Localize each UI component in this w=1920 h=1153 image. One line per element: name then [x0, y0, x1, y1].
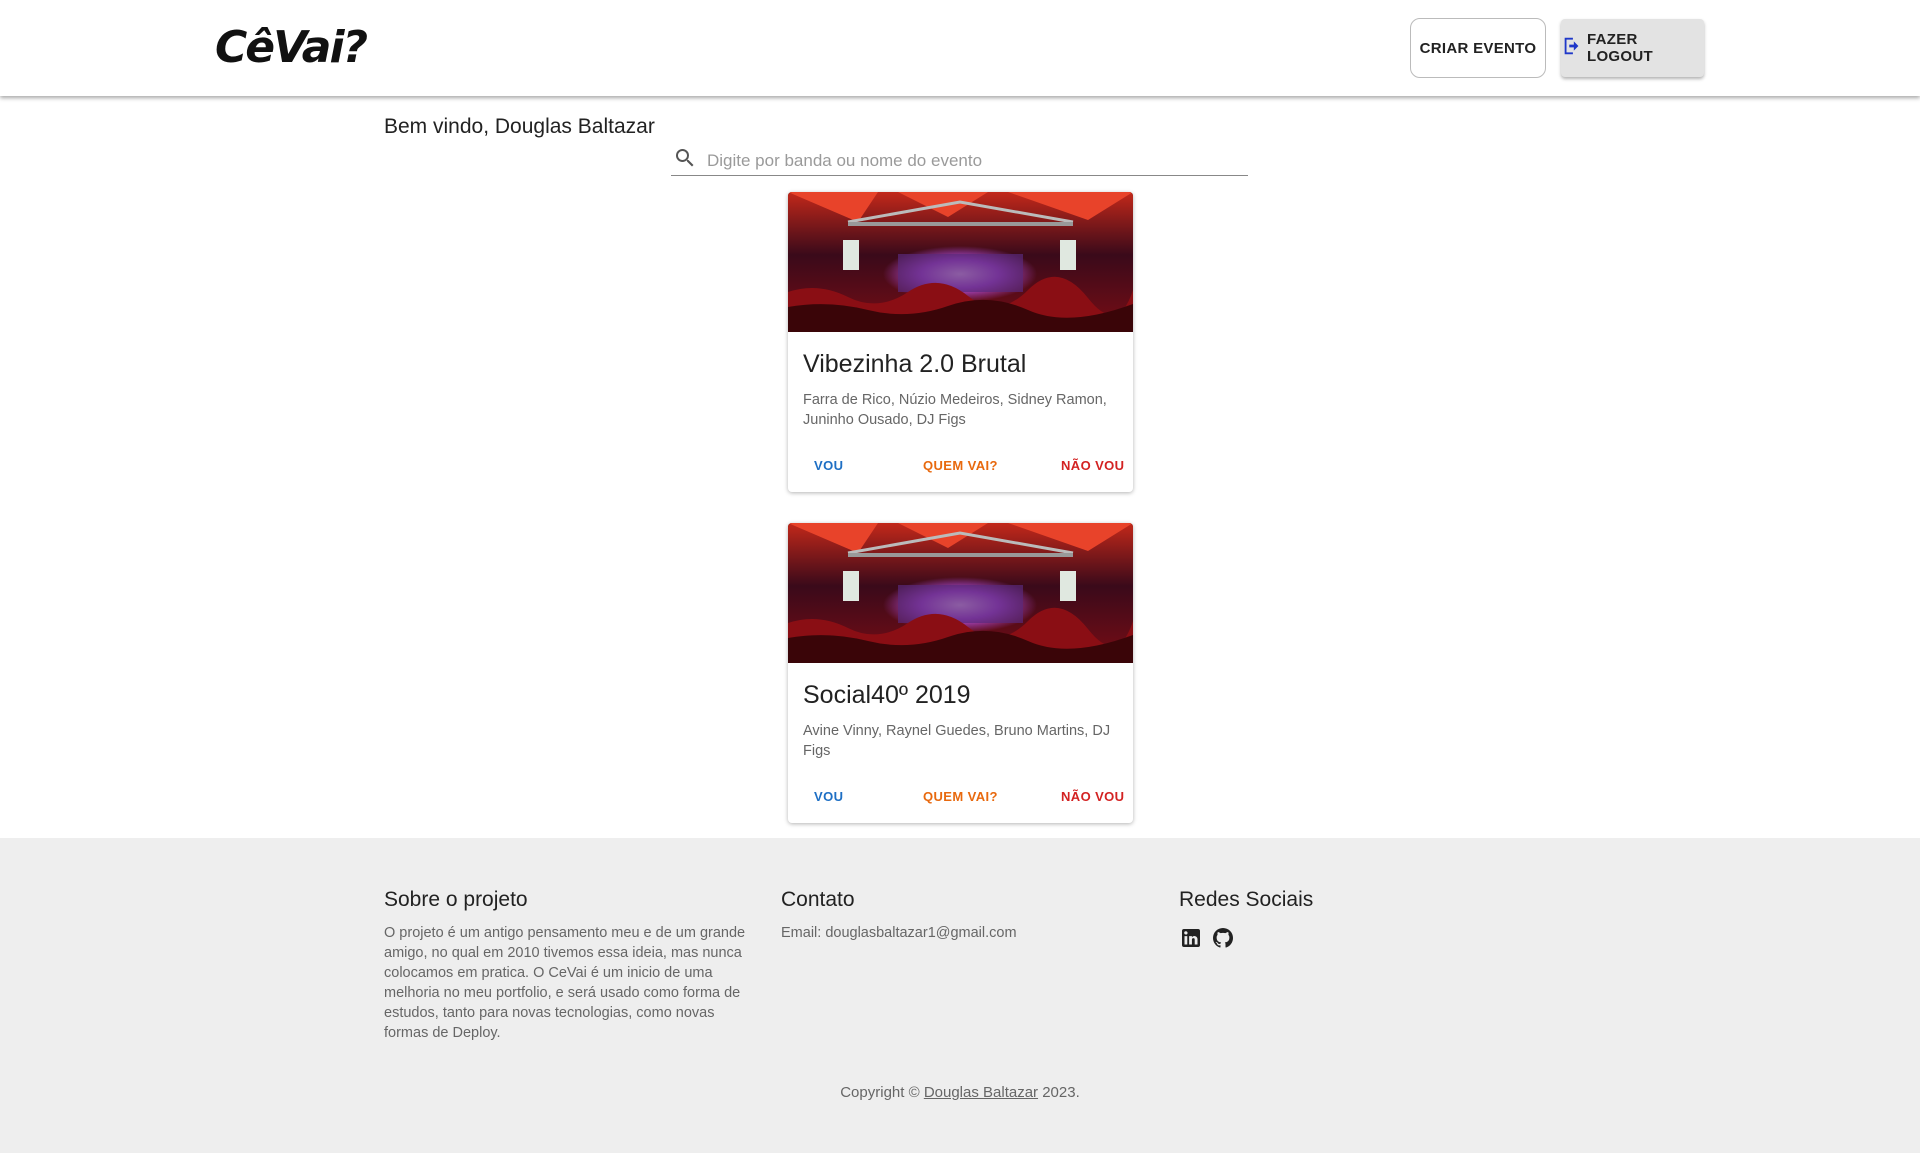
- event-actions: VOU QUEM VAI? NÃO VOU: [788, 789, 1133, 811]
- create-event-button[interactable]: CRIAR EVENTO: [1410, 18, 1546, 78]
- linkedin-icon[interactable]: [1179, 926, 1203, 955]
- author-link[interactable]: Douglas Baltazar: [924, 1084, 1038, 1101]
- event-image: [788, 523, 1133, 663]
- event-actions: VOU QUEM VAI? NÃO VOU: [788, 458, 1133, 480]
- about-title: Sobre o projeto: [384, 888, 528, 911]
- social-title: Redes Sociais: [1179, 888, 1314, 911]
- event-card[interactable]: Vibezinha 2.0 Brutal Farra de Rico, Núzi…: [788, 192, 1133, 492]
- welcome-message: Bem vindo, Douglas Baltazar: [384, 115, 655, 138]
- going-button[interactable]: VOU: [814, 789, 843, 804]
- app-logo[interactable]: CêVai?: [215, 22, 368, 73]
- copyright-prefix: Copyright ©: [840, 1084, 920, 1101]
- not-going-button[interactable]: NÃO VOU: [1061, 458, 1124, 473]
- footer: Sobre o projeto O projeto é um antigo pe…: [0, 838, 1920, 1153]
- footer-about: Sobre o projeto O projeto é um antigo pe…: [384, 888, 749, 1043]
- who-is-going-button[interactable]: QUEM VAI?: [923, 458, 998, 473]
- event-card[interactable]: Social40º 2019 Avine Vinny, Raynel Guede…: [788, 523, 1133, 823]
- search-bar: [671, 146, 1248, 176]
- not-going-button[interactable]: NÃO VOU: [1061, 789, 1124, 804]
- event-image: [788, 192, 1133, 332]
- event-title: Vibezinha 2.0 Brutal: [803, 350, 1027, 378]
- footer-contact: Contato Email: douglasbaltazar1@gmail.co…: [781, 888, 1141, 943]
- about-text: O projeto é um antigo pensamento meu e d…: [384, 925, 746, 1041]
- search-input[interactable]: [707, 150, 1227, 171]
- copyright-year: 2023.: [1042, 1084, 1080, 1101]
- footer-social: Redes Sociais: [1179, 888, 1479, 955]
- logout-button[interactable]: FAZER LOGOUT: [1561, 19, 1704, 77]
- event-artists: Avine Vinny, Raynel Guedes, Bruno Martin…: [803, 723, 1111, 759]
- top-app-bar: CêVai? CRIAR EVENTO FAZER LOGOUT: [0, 0, 1920, 96]
- contact-title: Contato: [781, 888, 855, 911]
- search-icon: [671, 146, 697, 175]
- who-is-going-button[interactable]: QUEM VAI?: [923, 789, 998, 804]
- copyright: Copyright © Douglas Baltazar 2023.: [0, 1084, 1920, 1101]
- event-title: Social40º 2019: [803, 681, 971, 709]
- contact-email[interactable]: Email: douglasbaltazar1@gmail.com: [781, 923, 1141, 943]
- going-button[interactable]: VOU: [814, 458, 843, 473]
- github-icon[interactable]: [1211, 926, 1235, 955]
- logout-icon: [1561, 35, 1583, 61]
- event-artists: Farra de Rico, Núzio Medeiros, Sidney Ra…: [803, 392, 1107, 428]
- logout-label: FAZER LOGOUT: [1587, 31, 1653, 65]
